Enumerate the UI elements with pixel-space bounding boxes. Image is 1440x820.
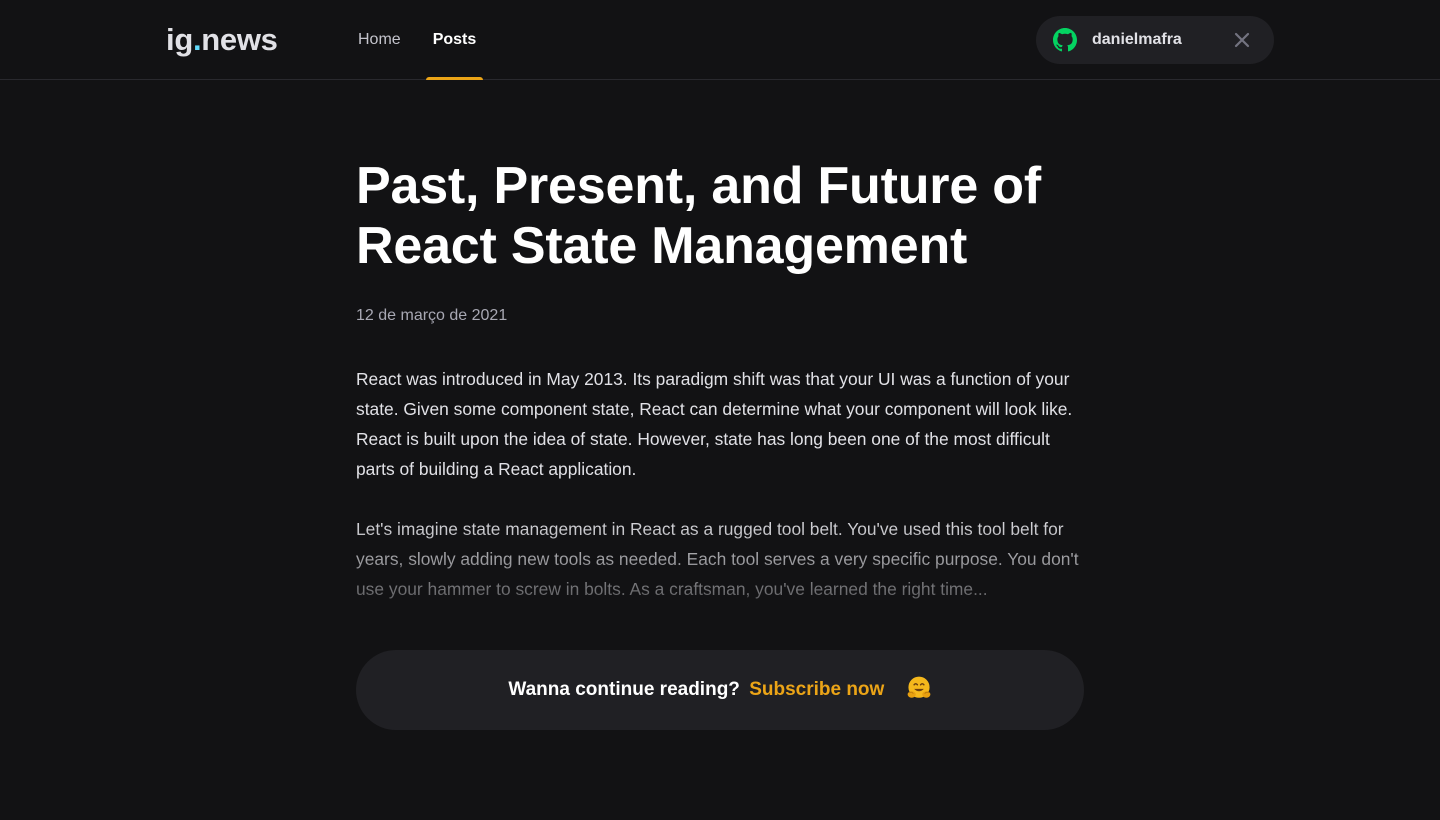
post-paragraph-faded: Let's imagine state management in React …	[356, 514, 1084, 604]
post-paragraph: React was introduced in May 2013. Its pa…	[356, 369, 1073, 479]
post-content-preview: React was introduced in May 2013. Its pa…	[356, 364, 1084, 604]
subscribe-now-link[interactable]: Subscribe now	[749, 679, 884, 700]
logo-suffix: news	[201, 22, 278, 57]
logo-main: ig	[166, 22, 193, 57]
github-icon	[1053, 28, 1077, 52]
github-user-button[interactable]: danielmafra	[1036, 16, 1274, 64]
close-icon[interactable]	[1232, 30, 1252, 50]
continue-reading-banner: Wanna continue reading? Subscribe now	[356, 650, 1084, 730]
post-date: 12 de março de 2021	[356, 307, 508, 324]
active-nav-indicator	[426, 77, 483, 80]
post-title: Past, Present, and Future of React State…	[356, 157, 1041, 275]
post-article: Past, Present, and Future of React State…	[356, 156, 1084, 634]
top-header: ig.news Home Posts danielmafra	[0, 0, 1440, 80]
site-logo[interactable]: ig.news	[166, 20, 278, 60]
continue-reading-prompt: Wanna continue reading?	[508, 679, 740, 700]
nav-home-link[interactable]: Home	[358, 0, 401, 80]
nav-posts-link[interactable]: Posts	[426, 0, 483, 80]
github-username: danielmafra	[1092, 31, 1182, 48]
hugging-face-icon	[907, 676, 930, 698]
